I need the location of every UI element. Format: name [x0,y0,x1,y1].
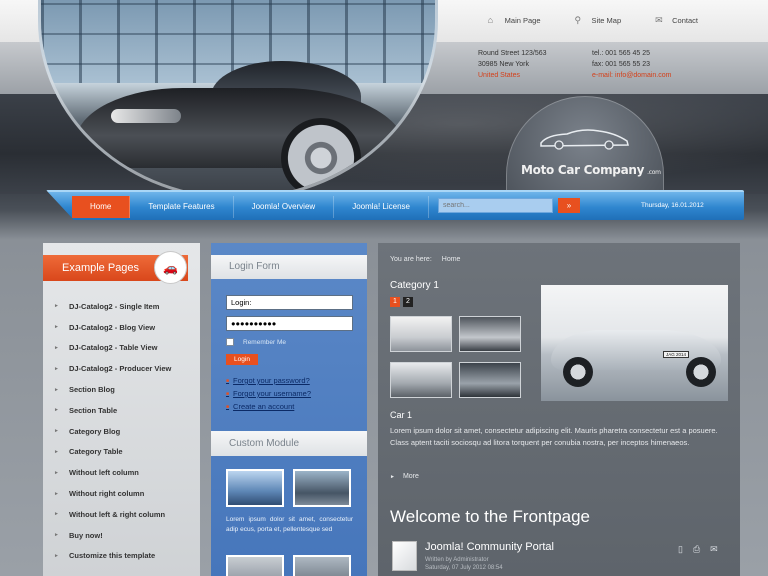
gallery-pager: 1 2 [390,297,413,307]
print-icon[interactable]: ⎙ [693,544,700,555]
car-wheel [563,357,593,387]
menu-item[interactable]: Without left column [54,462,171,483]
menu-item[interactable]: DJ-Catalog2 - Producer View [54,358,171,379]
email-icon[interactable]: ✉ [710,544,718,555]
current-date: Thursday, 16.01.2012 [641,202,704,209]
car-headlight [111,109,181,123]
login-button[interactable]: Login [226,354,258,365]
menu-item[interactable]: DJ-Catalog2 - Blog View [54,317,171,338]
phone-number: tel.: 001 565 45 25 [592,50,650,57]
login-form-title: Login Form [211,255,367,279]
gallery-thumbnail[interactable] [459,362,521,398]
gallery-thumbnail[interactable] [390,362,452,398]
custom-module-text: Lorem ipsum dolor sit amet, consectetur … [226,516,353,533]
breadcrumb: You are here: Home [390,256,460,263]
site-map-label: Site Map [591,16,622,25]
article-author: Written by Administrator [425,557,489,563]
menu-item[interactable]: Section Blog [54,379,171,400]
article-title[interactable]: Joomla! Community Portal [425,541,554,553]
menu-item[interactable]: Customize this template [54,546,171,567]
gallery-thumbnail[interactable] [390,316,452,352]
custom-module-title: Custom Module [211,431,367,456]
article-icon [392,541,417,571]
menu-item[interactable]: Category Blog [54,421,171,442]
car-thumbnail[interactable] [226,555,284,576]
category-title: Category 1 [390,280,439,291]
contact-label: Contact [672,16,698,25]
car-name: Car 1 [390,410,413,420]
menu-item[interactable]: Section Table [54,400,171,421]
password-field[interactable] [226,316,353,331]
menu-item[interactable]: DJ-Catalog2 - Single Item [54,296,171,317]
breadcrumb-label: You are here: [390,256,432,263]
address-block: Round Street 123/563 30985 New York Unit… [478,48,547,81]
menu-item[interactable]: DJ-Catalog2 - Table View [54,338,171,359]
search-button[interactable]: » [558,198,580,213]
remember-me[interactable]: Remember Me [226,338,286,346]
site-map-link[interactable]: ⚲ Site Map [574,15,622,26]
logo-name: Moto Car Company [521,163,645,177]
sitemap-icon: ⚲ [574,15,582,25]
logo-car-icon [540,129,629,150]
car-wheel [686,357,716,387]
nav-joomla-license[interactable]: Joomla! License [334,196,429,218]
fax-number: fax: 001 565 55 23 [592,61,650,68]
email-link[interactable]: e-mail: info@domain.com [592,70,671,81]
main-page-label: Main Page [504,16,541,25]
article-date: Saturday, 07 July 2012 08:54 [425,565,503,571]
license-plate: JAG 2014 [663,351,689,358]
car-description: Lorem ipsum dolor sit amet, consectetur … [390,426,718,447]
main-nav: Home Template Features Joomla! Overview … [72,196,429,218]
menu-item[interactable]: Buy now! [54,525,171,546]
remember-label: Remember Me [243,338,286,346]
article-tools: ▯ ⎙ ✉ [678,544,718,555]
contact-block: tel.: 001 565 45 25 fax: 001 565 55 23 e… [592,48,671,81]
car-wheel [281,118,361,197]
logo-text: Moto Car Company .com [521,163,661,177]
car-icon: 🚗 [154,251,187,284]
nav-template-features[interactable]: Template Features [130,196,234,218]
address-line: 30985 New York [478,61,529,68]
car-thumbnail[interactable] [293,555,351,576]
contact-link[interactable]: ✉ Contact [655,15,698,26]
search-input[interactable] [438,198,553,213]
breadcrumb-home[interactable]: Home [442,256,461,263]
gallery-thumbnail[interactable] [459,316,521,352]
featured-car-image[interactable]: JAG 2014 [541,285,728,401]
pdf-icon[interactable]: ▯ [678,544,683,555]
welcome-heading: Welcome to the Frontpage [390,507,591,526]
menu-item[interactable]: Without right column [54,483,171,504]
username-field[interactable] [226,295,353,310]
home-icon: ⌂ [487,15,494,25]
car-thumbnail[interactable] [293,469,351,507]
menu-item[interactable]: Category Table [54,442,171,463]
top-nav: ⌂ Main Page ⚲ Site Map ✉ Contact [487,15,698,26]
nav-home[interactable]: Home [72,196,131,218]
article-meta: Written by Administrator Saturday, 07 Ju… [425,556,503,572]
create-account-link[interactable]: Create an account [226,400,311,413]
remember-checkbox[interactable] [226,338,234,346]
page-2-button[interactable]: 2 [403,297,413,307]
menu-item[interactable]: Without left & right column [54,504,171,525]
forgot-password-link[interactable]: Forgot your password? [226,374,311,387]
page-1-button[interactable]: 1 [390,297,400,307]
mail-icon: ✉ [655,15,663,25]
main-page-link[interactable]: ⌂ Main Page [487,15,541,26]
nav-joomla-overview[interactable]: Joomla! Overview [234,196,335,218]
forgot-username-link[interactable]: Forgot your username? [226,387,311,400]
login-links: Forgot your password? Forgot your userna… [226,374,311,413]
motorcycle-thumbnail[interactable] [226,469,284,507]
logo-suffix: .com [647,169,661,176]
example-pages-menu: DJ-Catalog2 - Single Item DJ-Catalog2 - … [54,296,171,566]
more-link[interactable]: More [390,473,419,482]
more-label: More [402,473,419,480]
address-country: United States [478,72,521,79]
address-line: Round Street 123/563 [478,50,547,57]
